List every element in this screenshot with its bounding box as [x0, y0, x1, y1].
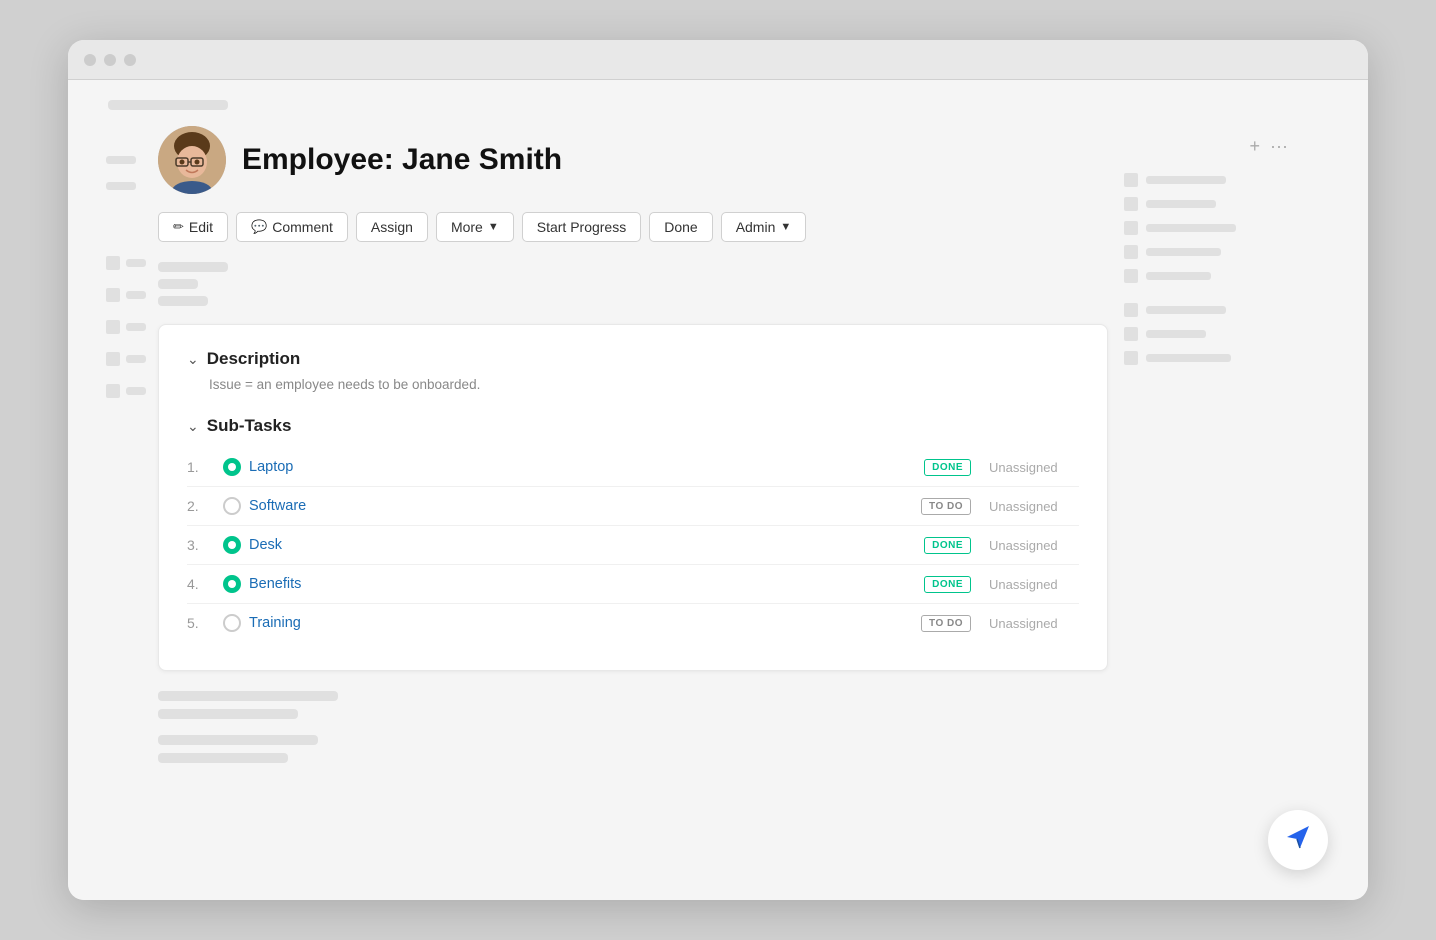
toolbar: ✏ Edit 💬 Comment Assign More ▼ [158, 212, 1108, 242]
page-title-text: Employee: Jane Smith [242, 143, 562, 177]
subtask-num-4: 4. [187, 576, 215, 592]
left-sidebar [98, 126, 158, 763]
right-skel-row [1124, 221, 1288, 235]
subtask-status-icon-5 [223, 614, 241, 632]
bottom-skeleton-2 [158, 735, 1108, 763]
start-progress-button[interactable]: Start Progress [522, 212, 641, 242]
subtask-status-icon-3 [223, 536, 241, 554]
subtasks-title: Sub-Tasks [207, 416, 292, 436]
table-row: 1. Laptop DONE Unassigned [187, 448, 1079, 487]
status-badge-5: TO DO [921, 615, 971, 632]
subtask-list: 1. Laptop DONE Unassigned 2. Software [187, 448, 1079, 642]
more-label: More [451, 219, 483, 235]
chevron-down-admin-icon: ▼ [780, 221, 791, 233]
right-skel-row [1124, 173, 1288, 187]
more-button[interactable]: More ▼ [436, 212, 514, 242]
subtask-num-3: 3. [187, 537, 215, 553]
sidebar-skel-7 [98, 384, 158, 398]
subtask-name-1[interactable]: Laptop [249, 459, 916, 475]
table-row: 3. Desk DONE Unassigned [187, 526, 1079, 565]
sidebar-skel-1 [98, 156, 158, 164]
table-row: 4. Benefits DONE Unassigned [187, 565, 1079, 604]
subtask-assignee-5: Unassigned [989, 616, 1079, 631]
subtask-num-5: 5. [187, 615, 215, 631]
start-progress-label: Start Progress [537, 219, 626, 235]
assign-button[interactable]: Assign [356, 212, 428, 242]
edit-button[interactable]: ✏ Edit [158, 212, 228, 242]
description-text: Issue = an employee needs to be onboarde… [209, 377, 1079, 392]
fab-button[interactable] [1268, 810, 1328, 870]
status-badge-2: TO DO [921, 498, 971, 515]
right-sidebar: + ··· [1108, 126, 1288, 763]
comment-button[interactable]: 💬 Comment [236, 212, 348, 242]
sidebar-skel-4 [98, 288, 158, 302]
plus-icon[interactable]: + [1250, 136, 1261, 157]
subtask-status-icon-4 [223, 575, 241, 593]
description-title: Description [207, 349, 301, 369]
right-skel-group-2 [1124, 303, 1288, 365]
admin-button[interactable]: Admin ▼ [721, 212, 807, 242]
done-button[interactable]: Done [649, 212, 712, 242]
traffic-light-max[interactable] [124, 54, 136, 66]
description-section-header: ⌄ Description [187, 349, 1079, 369]
avatar [158, 126, 226, 194]
subtask-assignee-1: Unassigned [989, 460, 1079, 475]
assign-label: Assign [371, 219, 413, 235]
table-row: 2. Software TO DO Unassigned [187, 487, 1079, 526]
comment-icon: 💬 [251, 219, 267, 235]
subtask-name-5[interactable]: Training [249, 615, 913, 631]
subtasks-section-header: ⌄ Sub-Tasks [187, 416, 1079, 436]
subtask-name-4[interactable]: Benefits [249, 576, 916, 592]
subtasks-section: ⌄ Sub-Tasks 1. Laptop DONE Unassigned [187, 416, 1079, 642]
done-label: Done [664, 219, 697, 235]
page-title: Employee: Jane Smith [242, 143, 562, 177]
subtask-name-3[interactable]: Desk [249, 537, 916, 553]
sidebar-skel-6 [98, 352, 158, 366]
table-row: 5. Training TO DO Unassigned [187, 604, 1079, 642]
right-skel-row [1124, 245, 1288, 259]
subtask-assignee-4: Unassigned [989, 577, 1079, 592]
sidebar-skel-5 [98, 320, 158, 334]
more-dots-icon[interactable]: ··· [1270, 136, 1288, 157]
skeleton-breadcrumb [108, 100, 228, 110]
browser-window: Employee: Jane Smith ✏ Edit 💬 Comment As… [68, 40, 1368, 900]
center-content: Employee: Jane Smith ✏ Edit 💬 Comment As… [158, 126, 1108, 763]
top-skeleton-area [108, 100, 1328, 110]
comment-label: Comment [272, 219, 333, 235]
right-skel-row [1124, 269, 1288, 283]
subtask-status-icon-2 [223, 497, 241, 515]
subtask-assignee-2: Unassigned [989, 499, 1079, 514]
status-badge-1: DONE [924, 459, 971, 476]
chevron-down-icon: ▼ [488, 221, 499, 233]
sidebar-skel-3 [98, 256, 158, 270]
subtask-status-icon-1 [223, 458, 241, 476]
right-skel-row [1124, 303, 1288, 317]
subtask-name-2[interactable]: Software [249, 498, 913, 514]
subtasks-chevron-icon[interactable]: ⌄ [187, 418, 199, 435]
status-badge-3: DONE [924, 537, 971, 554]
main-card: ⌄ Description Issue = an employee needs … [158, 324, 1108, 671]
edit-label: Edit [189, 219, 213, 235]
browser-titlebar [68, 40, 1368, 80]
subtask-num-1: 1. [187, 459, 215, 475]
right-skel-row [1124, 351, 1288, 365]
pencil-icon: ✏ [173, 219, 184, 235]
bottom-skeleton [158, 691, 1108, 719]
browser-content: Employee: Jane Smith ✏ Edit 💬 Comment As… [68, 80, 1368, 900]
status-badge-4: DONE [924, 576, 971, 593]
right-skel-group-1 [1124, 173, 1288, 283]
right-side-actions: + ··· [1124, 136, 1288, 157]
admin-label: Admin [736, 219, 776, 235]
subtask-num-2: 2. [187, 498, 215, 514]
right-skel-row [1124, 197, 1288, 211]
fab-send-icon [1284, 823, 1312, 858]
traffic-light-close[interactable] [84, 54, 96, 66]
description-chevron-icon[interactable]: ⌄ [187, 351, 199, 368]
toolbar-skeleton [158, 262, 1108, 306]
right-skel-row [1124, 327, 1288, 341]
traffic-light-min[interactable] [104, 54, 116, 66]
page-header: Employee: Jane Smith [158, 126, 1108, 194]
sidebar-skel-2 [98, 182, 158, 190]
subtask-assignee-3: Unassigned [989, 538, 1079, 553]
